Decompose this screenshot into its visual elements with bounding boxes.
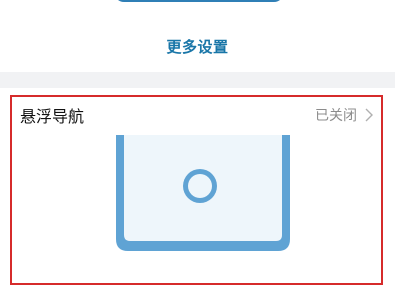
chevron-right-icon [365, 108, 373, 122]
phone-floating-button-illustration [116, 135, 290, 251]
screen: 更多设置 悬浮导航 已关闭 [0, 0, 395, 300]
floating-nav-status: 已关闭 [315, 108, 357, 124]
bottom-area [0, 288, 395, 300]
section-separator [0, 72, 395, 88]
floating-nav-status-row[interactable]: 已关闭 [315, 105, 375, 125]
floating-nav-title: 悬浮导航 [20, 107, 85, 126]
floating-nav-setting-card[interactable]: 悬浮导航 已关闭 [10, 95, 383, 285]
top-phone-illustration [114, 0, 284, 2]
more-settings-link[interactable]: 更多设置 [0, 36, 395, 57]
